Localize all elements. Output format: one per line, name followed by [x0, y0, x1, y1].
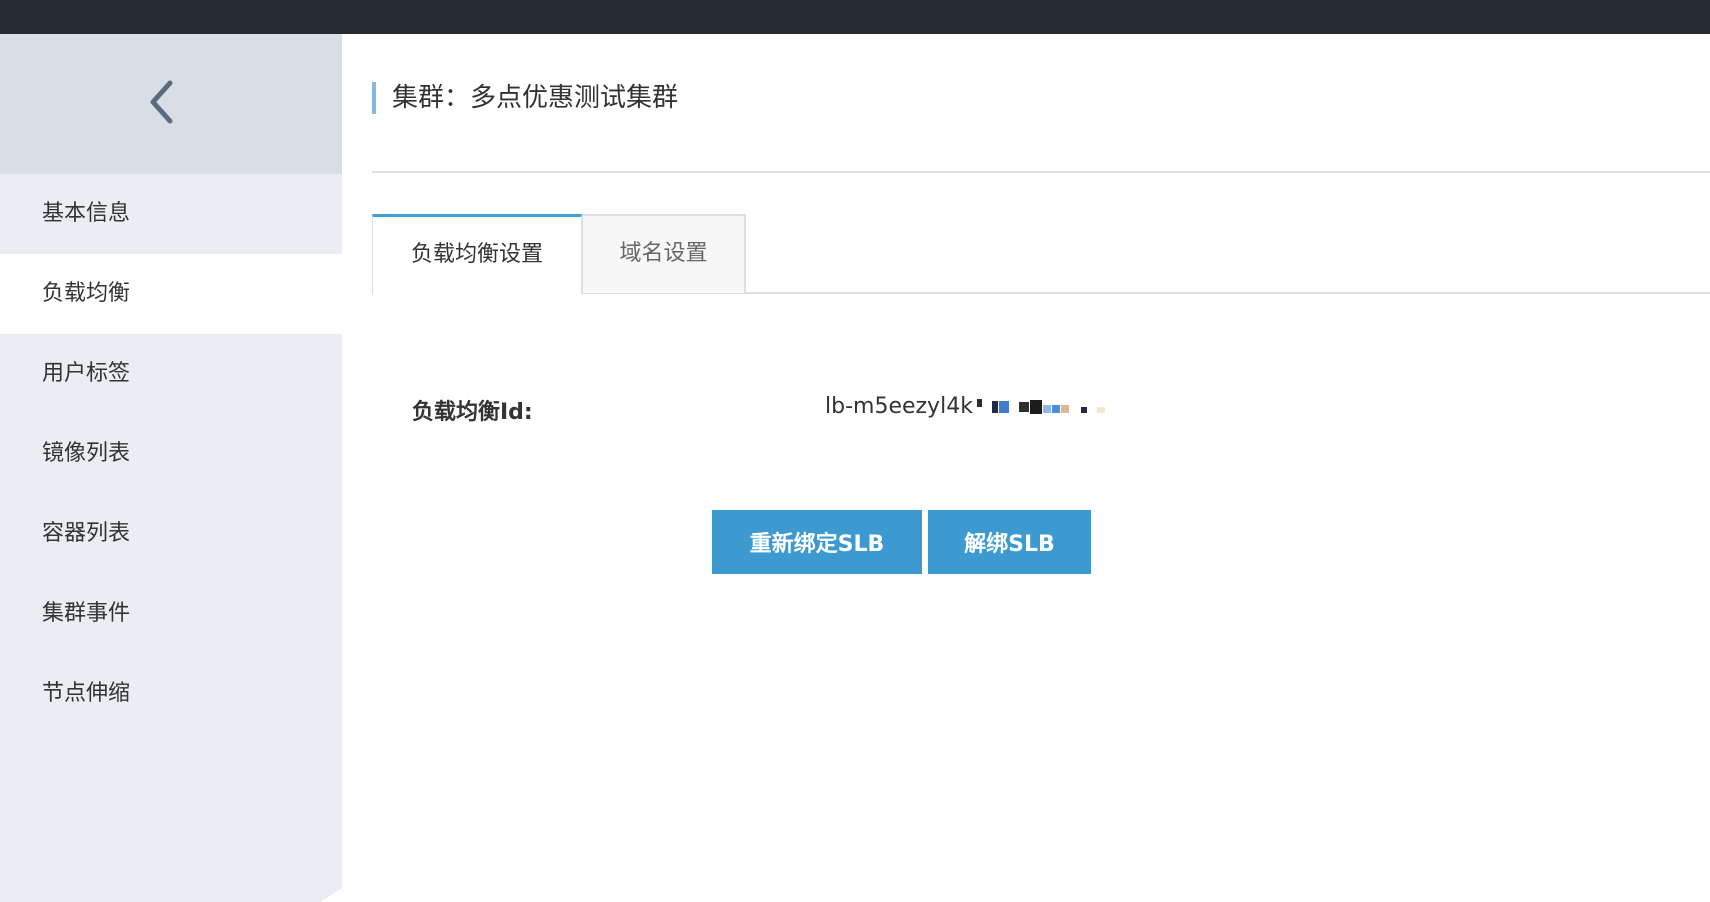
rebind-slb-button[interactable]: 重新绑定SLB	[712, 510, 922, 574]
sidebar-item-container-list[interactable]: 容器列表	[0, 494, 342, 574]
title-divider	[372, 171, 1710, 173]
sidebar-item-basic-info[interactable]: 基本信息	[0, 174, 342, 254]
lb-id-label: 负载均衡Id:	[412, 400, 533, 425]
sidebar-item-label: 基本信息	[42, 201, 131, 226]
sidebar-item-label: 负载均衡	[42, 281, 131, 306]
unbind-slb-button[interactable]: 解绑SLB	[928, 510, 1091, 574]
tab-domain-settings[interactable]: 域名设置	[581, 214, 746, 293]
sidebar-menu: 基本信息 负载均衡 用户标签 镜像列表 容器列表 集群事件 节点伸缩	[0, 174, 342, 734]
sidebar-item-label: 用户标签	[42, 361, 131, 386]
chevron-left-icon	[150, 80, 173, 124]
sidebar-item-label: 集群事件	[42, 601, 131, 626]
sidebar-item-cluster-events[interactable]: 集群事件	[0, 574, 342, 654]
sidebar-item-user-tags[interactable]: 用户标签	[0, 334, 342, 414]
tab-label: 负载均衡设置	[410, 242, 543, 267]
lb-id-row: lb-m5eezyl4k	[825, 394, 1105, 419]
redacted-mosaic	[976, 398, 1105, 414]
sidebar-item-label: 容器列表	[42, 521, 131, 546]
sidebar-item-label: 镜像列表	[42, 441, 131, 466]
lb-id-value: lb-m5eezyl4k	[825, 394, 973, 419]
sidebar-item-load-balance[interactable]: 负载均衡	[0, 254, 342, 334]
top-bar	[0, 0, 1710, 34]
tab-label: 域名设置	[619, 241, 708, 266]
main-content: 集群：多点优惠测试集群 负载均衡设置 域名设置 负载均衡Id: lb-m5eez…	[342, 34, 1710, 902]
page-title: 集群：多点优惠测试集群	[372, 82, 678, 114]
sidebar-corner	[320, 888, 342, 902]
sidebar-item-image-list[interactable]: 镜像列表	[0, 414, 342, 494]
back-button[interactable]	[0, 34, 342, 174]
sidebar-item-node-scaling[interactable]: 节点伸缩	[0, 654, 342, 734]
tab-load-balance-settings[interactable]: 负载均衡设置	[372, 214, 582, 295]
sidebar-item-label: 节点伸缩	[42, 681, 131, 706]
sidebar: 基本信息 负载均衡 用户标签 镜像列表 容器列表 集群事件 节点伸缩	[0, 34, 342, 902]
